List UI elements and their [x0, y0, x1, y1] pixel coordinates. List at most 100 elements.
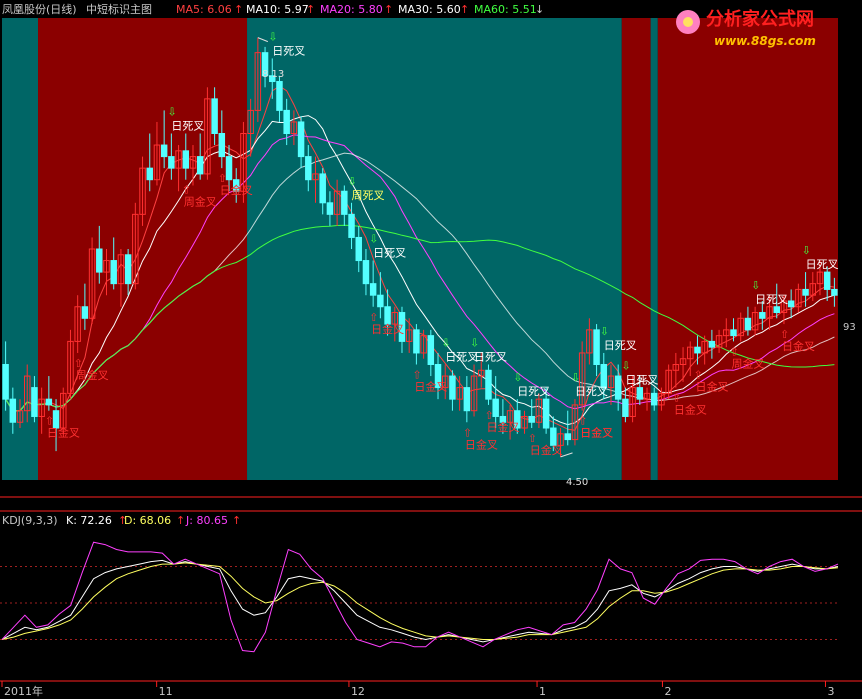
candle-down — [485, 369, 492, 400]
death-arrow-icon: ⇩ — [802, 244, 811, 257]
candle-down — [600, 364, 608, 389]
death-arrow-icon: ⇩ — [470, 337, 479, 350]
candle-down — [787, 300, 795, 308]
death-arrow-icon: ⇩ — [441, 337, 450, 350]
candle-down — [319, 173, 326, 204]
death-cross-label: 日死叉 — [517, 385, 550, 398]
candle-down — [225, 156, 233, 181]
kdj-j-label: J: 80.65 — [185, 514, 228, 527]
candle-down — [146, 167, 153, 181]
golden-cross-label: 周金叉 — [76, 368, 109, 382]
watermark-url: www.88gs.com — [714, 34, 816, 48]
candle-down — [773, 306, 780, 314]
stock-chart: ⇧日金叉⇧周金叉⇩日死叉⇧周金叉⇧日金叉⇩日死叉⇩周死叉⇩日死叉⇧日金叉⇧日金叉… — [0, 0, 862, 699]
indicator-name: 中短标识主图 — [86, 2, 152, 16]
death-arrow-icon: ⇩ — [751, 279, 760, 292]
death-cross-label: 日死叉 — [171, 120, 204, 133]
kdj-title: KDJ(9,3,3) — [2, 514, 58, 527]
candle-down — [708, 340, 716, 348]
time-tick-label: 2 — [664, 685, 671, 698]
candle-down — [211, 98, 218, 134]
candle-down — [427, 335, 435, 365]
time-tick-label: 12 — [351, 685, 365, 698]
candle-down — [305, 156, 312, 181]
golden-cross-label: 日金叉 — [782, 339, 815, 353]
golden-cross-label: 日金叉 — [530, 443, 563, 457]
death-arrow-icon: ⇩ — [268, 30, 277, 43]
death-cross-label: 日死叉 — [373, 247, 406, 260]
ma30-arrow-icon: ↑ — [460, 3, 469, 16]
kdj-k-label: K: 72.26 — [66, 514, 112, 527]
low-price-label: 4.50 — [566, 477, 588, 488]
candle-down — [802, 288, 809, 296]
candle-down — [384, 306, 391, 325]
golden-cross-label: 周金叉 — [732, 356, 765, 370]
ma10-label: MA10: 5.97 — [246, 3, 309, 16]
candle-down — [413, 329, 420, 354]
ma20-label: MA20: 5.80 — [320, 3, 383, 16]
ma20-arrow-icon: ↑ — [384, 3, 393, 16]
candle-down — [96, 248, 103, 273]
death-arrow-icon: ⇩ — [167, 106, 176, 119]
ma5-arrow-icon: ↑ — [234, 3, 243, 16]
candle-down — [81, 306, 89, 319]
candle-down — [52, 410, 60, 429]
candle-down — [593, 329, 600, 366]
kdj-k-arrow-icon: ↑ — [118, 514, 127, 527]
death-arrow-icon: ⇩ — [369, 233, 378, 246]
candle-down — [45, 398, 53, 406]
ma10-arrow-icon: ↑ — [306, 3, 315, 16]
candle-down — [276, 81, 283, 111]
ma60-label: MA60: 5.51 — [474, 3, 537, 16]
high-price-label: 8.13 — [262, 69, 284, 80]
candle-down — [110, 260, 117, 285]
death-cross-label: 日死叉 — [625, 374, 658, 387]
death-arrow-icon: ⇩ — [348, 175, 357, 188]
golden-cross-label: 日金叉 — [414, 380, 447, 394]
candle-down — [636, 387, 644, 400]
zone-teal-2 — [247, 18, 622, 480]
candle-down — [369, 283, 377, 296]
kdj-j-arrow-icon: ↑ — [232, 514, 241, 527]
watermark-title: 分析家公式网 — [706, 8, 814, 30]
right-axis-label: 93 — [843, 322, 856, 333]
candle-down — [492, 398, 499, 417]
death-cross-label: 日死叉 — [604, 339, 637, 352]
candle-down — [730, 329, 737, 337]
right-margin — [838, 18, 862, 480]
death-arrow-icon: ⇩ — [621, 360, 630, 373]
candle-down — [355, 236, 362, 262]
time-tick-label: 1 — [539, 685, 546, 698]
candle-down — [283, 109, 290, 135]
death-cross-label: 日死叉 — [575, 385, 608, 398]
candle-down — [2, 364, 9, 400]
death-cross-label: 日死叉 — [806, 258, 839, 271]
golden-cross-label: 日金叉 — [220, 183, 253, 197]
candle-down — [341, 190, 348, 215]
death-cross-label: 日死叉 — [474, 351, 507, 364]
candle-down — [297, 121, 305, 158]
candle-down — [182, 150, 190, 169]
candle-down — [124, 254, 132, 285]
candle-down — [348, 213, 355, 238]
ma30-label: MA30: 5.60 — [398, 3, 461, 16]
golden-cross-label: 日金叉 — [674, 403, 707, 417]
death-cross-label: 周死叉 — [352, 189, 385, 202]
candle-down — [650, 392, 658, 406]
candle-down — [694, 346, 701, 354]
candle-down — [160, 144, 168, 158]
death-arrow-icon: ⇩ — [600, 325, 609, 338]
candle-down — [759, 312, 766, 319]
death-arrow-icon: ⇩ — [571, 371, 580, 384]
golden-cross-label: 周金叉 — [184, 195, 217, 209]
ma60-arrow-icon: ↓ — [535, 3, 544, 16]
ma5-label: MA5: 6.06 — [176, 3, 232, 16]
golden-cross-label: 日金叉 — [465, 437, 498, 451]
candle-down — [831, 288, 838, 296]
golden-cross-label: 日金叉 — [695, 380, 728, 394]
golden-cross-label: 日金叉 — [486, 420, 519, 434]
kdj-d-label: D: 68.06 — [124, 514, 171, 527]
golden-cross-label: 日金叉 — [47, 426, 80, 440]
golden-cross-label: 日金叉 — [580, 426, 613, 440]
candle-down — [362, 260, 370, 285]
